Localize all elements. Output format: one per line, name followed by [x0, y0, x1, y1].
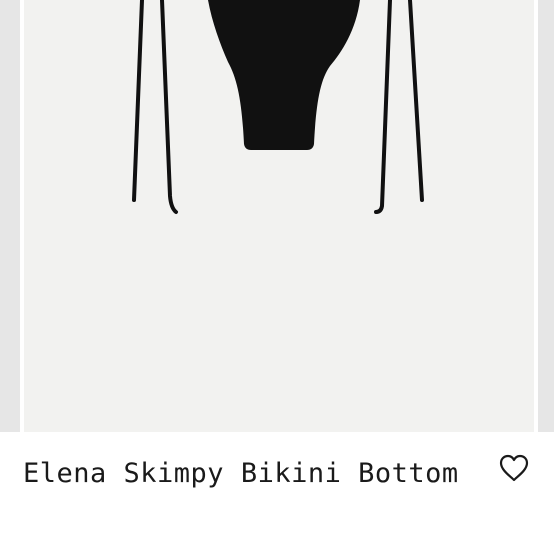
- wishlist-button[interactable]: [496, 450, 532, 486]
- product-detail-page: Elena Skimpy Bikini Bottom: [0, 0, 554, 554]
- bikini-bottom-illustration: [132, 0, 424, 214]
- previous-image-peek[interactable]: [0, 0, 20, 432]
- next-image-peek[interactable]: [538, 0, 554, 432]
- bikini-bottom-shape: [208, 0, 360, 150]
- product-image: [24, 0, 534, 432]
- right-tie-string: [408, 0, 424, 202]
- right-tie-string: [374, 0, 392, 214]
- heart-outline-icon: [499, 454, 529, 482]
- left-tie-string: [160, 0, 178, 214]
- left-tie-string: [132, 0, 144, 202]
- product-image-gallery[interactable]: [0, 0, 554, 432]
- product-info: Elena Skimpy Bikini Bottom: [0, 432, 554, 554]
- product-title: Elena Skimpy Bikini Bottom: [23, 458, 459, 489]
